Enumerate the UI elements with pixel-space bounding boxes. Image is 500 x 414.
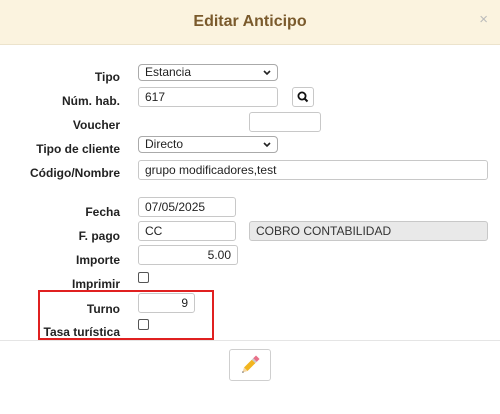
- voucher-input[interactable]: [249, 112, 321, 132]
- turno-label: Turno: [86, 302, 120, 316]
- num-hab-label: Núm. hab.: [61, 94, 120, 108]
- chevron-down-icon: [262, 65, 272, 85]
- fpago-input[interactable]: CC: [138, 221, 236, 241]
- tipo-cliente-label: Tipo de cliente: [36, 142, 120, 156]
- search-icon: [297, 91, 309, 103]
- voucher-label: Voucher: [72, 118, 120, 132]
- pencil-icon: [242, 355, 260, 373]
- turno-input[interactable]: 9: [138, 293, 195, 313]
- tasa-turistica-checkbox[interactable]: [138, 319, 149, 330]
- close-icon[interactable]: ×: [479, 11, 488, 28]
- num-hab-input[interactable]: 617: [138, 87, 278, 107]
- imprimir-checkbox[interactable]: [138, 272, 149, 283]
- codigo-nombre-input[interactable]: grupo modificadores,test: [138, 160, 488, 180]
- tipo-select-value: Estancia: [145, 65, 192, 79]
- fpago-label: F. pago: [78, 229, 120, 243]
- fecha-label: Fecha: [85, 205, 120, 219]
- chevron-down-icon: [262, 137, 272, 157]
- codigo-nombre-label: Código/Nombre: [30, 166, 120, 180]
- edit-button[interactable]: [229, 349, 271, 381]
- importe-input[interactable]: 5.00: [138, 245, 238, 265]
- tipo-label: Tipo: [94, 70, 120, 84]
- tipo-select[interactable]: Estancia: [138, 64, 278, 81]
- imprimir-label: Imprimir: [71, 277, 120, 291]
- tipo-cliente-select[interactable]: Directo: [138, 136, 278, 153]
- tasa-turistica-label: Tasa turística: [43, 325, 120, 339]
- fpago-description: COBRO CONTABILIDAD: [249, 221, 488, 241]
- fecha-input[interactable]: 07/05/2025: [138, 197, 236, 217]
- tipo-cliente-select-value: Directo: [145, 137, 184, 151]
- dialog-title: Editar Anticipo: [193, 13, 307, 30]
- footer-divider: [0, 340, 500, 341]
- search-button[interactable]: [292, 87, 314, 107]
- importe-label: Importe: [75, 253, 120, 267]
